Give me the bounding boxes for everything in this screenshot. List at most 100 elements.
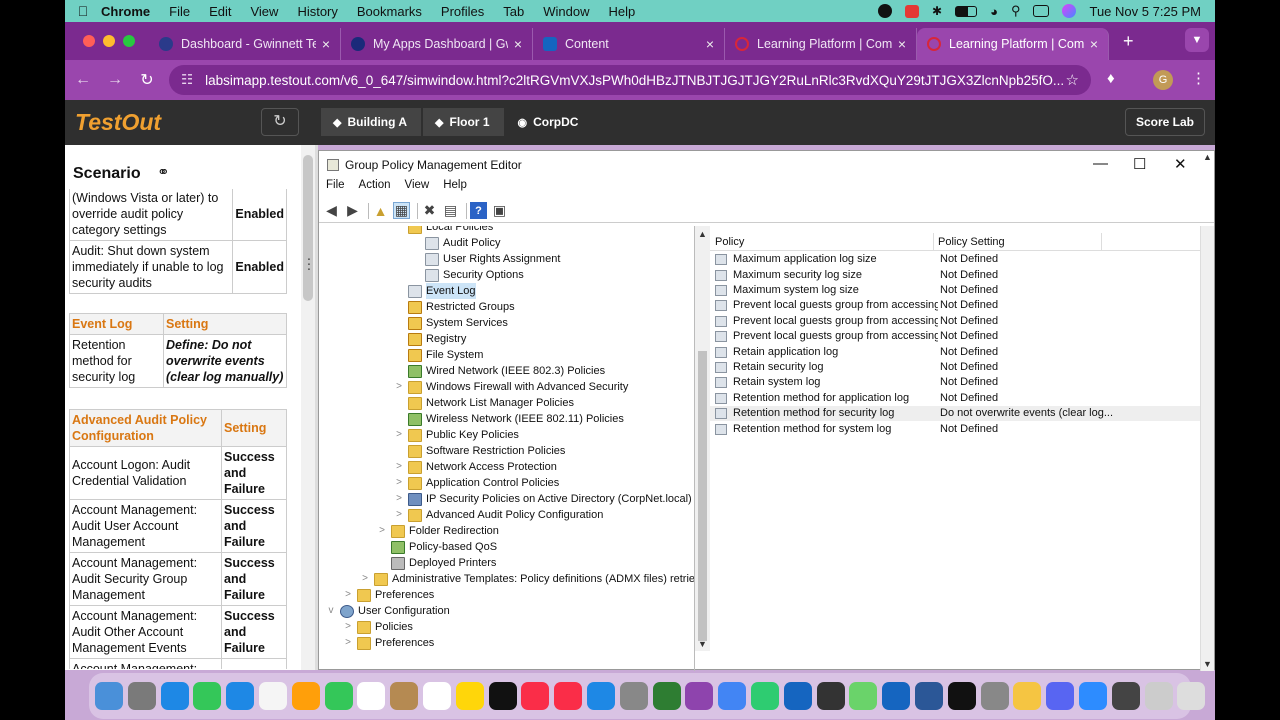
tree-item-advanced-audit[interactable]: > Advanced Audit Policy Configuration xyxy=(393,507,603,523)
dock-app-icon[interactable] xyxy=(193,682,222,710)
tab-close-icon[interactable]: × xyxy=(898,36,906,52)
minimize-icon[interactable]: — xyxy=(1093,155,1108,172)
menu-history[interactable]: History xyxy=(297,4,337,19)
list-item[interactable]: Retain security log Not Defined xyxy=(710,360,1200,375)
tree-item-network-list-manager[interactable]: Network List Manager Policies xyxy=(393,395,574,411)
tree-expander[interactable]: > xyxy=(393,379,405,395)
tree-item-admin-templates[interactable]: > Administrative Templates: Policy defini… xyxy=(359,571,694,587)
dock-app-icon[interactable] xyxy=(488,682,517,710)
dock-app-icon[interactable] xyxy=(750,682,779,710)
properties-icon[interactable]: ▤ xyxy=(442,202,459,219)
tree-expander[interactable]: > xyxy=(393,507,405,523)
delete-icon[interactable]: ✖ xyxy=(421,202,438,219)
dock-app-icon[interactable] xyxy=(685,682,714,710)
back-icon[interactable]: ◀ xyxy=(323,202,340,219)
gpme-menu-file[interactable]: File xyxy=(326,179,345,197)
dock-app-icon[interactable] xyxy=(882,682,911,710)
page-scroll-down-arrow-icon[interactable]: ▼ xyxy=(1203,659,1212,669)
spotlight-search-icon[interactable]: ⚲ xyxy=(1011,3,1021,19)
tree-expander[interactable]: > xyxy=(342,587,354,603)
browser-tab-content[interactable]: Content × xyxy=(533,28,725,60)
dock-app-icon[interactable] xyxy=(160,682,189,710)
forward-arrow-icon[interactable]: → xyxy=(99,71,131,89)
menu-window[interactable]: Window xyxy=(543,4,589,19)
zoom-window-button[interactable] xyxy=(123,35,135,47)
scroll-down-arrow-icon[interactable]: ▼ xyxy=(698,639,707,649)
tree-item-wireless-network[interactable]: Wireless Network (IEEE 802.11) Policies xyxy=(393,411,624,427)
tree-expander[interactable]: > xyxy=(342,619,354,635)
tree-expander[interactable]: v xyxy=(325,603,337,619)
dock-app-icon[interactable] xyxy=(554,682,583,710)
list-vertical-scrollbar[interactable] xyxy=(1200,226,1214,671)
page-scroll-up-arrow-icon[interactable]: ▲ xyxy=(1203,152,1212,162)
tree-item-audit-policy[interactable]: Audit Policy xyxy=(410,235,500,251)
dock-app-icon[interactable] xyxy=(1177,682,1206,710)
menu-tab[interactable]: Tab xyxy=(503,4,524,19)
dock-app-icon[interactable] xyxy=(914,682,943,710)
dock-app-icon[interactable] xyxy=(226,682,255,710)
breadcrumb-building[interactable]: ◆ Building A xyxy=(321,108,422,136)
menu-view[interactable]: View xyxy=(250,4,278,19)
list-item[interactable]: Retain system log Not Defined xyxy=(710,375,1200,390)
browser-tab-learning-platform-active[interactable]: Learning Platform | Comp × xyxy=(917,28,1109,60)
tree-expander[interactable]: > xyxy=(359,571,371,587)
dock-app-icon[interactable] xyxy=(1046,682,1075,710)
menu-edit[interactable]: Edit xyxy=(209,4,231,19)
dock-app-icon[interactable] xyxy=(652,682,681,710)
list-item-highlighted[interactable]: Retention method for security log Do not … xyxy=(710,406,1200,422)
dock-app-icon[interactable] xyxy=(422,682,451,710)
splitter-handle-icon[interactable]: ... xyxy=(305,248,313,273)
siri-icon[interactable] xyxy=(1062,4,1077,18)
reload-icon[interactable]: ↻ xyxy=(131,70,163,90)
tree-item-deployed-printers[interactable]: Deployed Printers xyxy=(376,555,496,571)
record-icon[interactable] xyxy=(878,4,893,18)
dock-app-icon[interactable] xyxy=(1078,682,1107,710)
notification-icon[interactable] xyxy=(905,4,920,18)
tab-close-icon[interactable]: × xyxy=(706,36,714,52)
dock-app-icon[interactable] xyxy=(980,682,1009,710)
breadcrumb-server[interactable]: ◉ CorpDC xyxy=(506,108,593,136)
gpme-titlebar[interactable]: Group Policy Management Editor — ☐ ✕ xyxy=(319,151,1214,178)
tree-expander[interactable]: > xyxy=(393,427,405,443)
tree-expander[interactable]: > xyxy=(342,635,354,651)
dock-app-icon[interactable] xyxy=(291,682,320,710)
list-item[interactable]: Prevent local guests group from accessin… xyxy=(710,329,1200,344)
browser-tab-my-apps[interactable]: My Apps Dashboard | Gw × xyxy=(341,28,533,60)
tree-item-ip-security[interactable]: > IP Security Policies on Active Director… xyxy=(393,491,692,507)
dock-app-icon[interactable] xyxy=(357,682,386,710)
apple-icon[interactable]:  xyxy=(65,3,101,19)
dock-app-icon[interactable] xyxy=(816,682,845,710)
tree-item-user-configuration[interactable]: v User Configuration xyxy=(325,603,450,619)
tree-item-network-access-protection[interactable]: > Network Access Protection xyxy=(393,459,557,475)
tree-expander[interactable]: > xyxy=(393,491,405,507)
browser-tab-learning-platform[interactable]: Learning Platform | Comp × xyxy=(725,28,917,60)
tree-item-folder-redirection[interactable]: > Folder Redirection xyxy=(376,523,499,539)
tree-expander[interactable]: > xyxy=(376,523,388,539)
dock-app-icon[interactable] xyxy=(390,682,419,710)
scenario-scroll-thumb[interactable] xyxy=(303,155,313,301)
up-folder-icon[interactable]: ▲ xyxy=(372,202,389,219)
breadcrumb-floor[interactable]: ◆ Floor 1 xyxy=(423,108,504,136)
tree-expander[interactable]: > xyxy=(393,459,405,475)
menu-bookmarks[interactable]: Bookmarks xyxy=(357,4,422,19)
gpme-menu-action[interactable]: Action xyxy=(359,179,391,197)
dock-app-icon[interactable] xyxy=(586,682,615,710)
battery-icon[interactable] xyxy=(955,5,978,17)
tree-item-file-system[interactable]: File System xyxy=(393,347,483,363)
list-item[interactable]: Maximum system log size Not Defined xyxy=(710,283,1200,298)
list-item[interactable]: Retention method for application log Not … xyxy=(710,391,1200,406)
tree-item-computer-preferences[interactable]: > Preferences xyxy=(342,587,434,603)
dock-app-icon[interactable] xyxy=(783,682,812,710)
show-hide-tree-icon[interactable]: ▦ xyxy=(393,202,410,219)
tree-vertical-scroll-thumb[interactable] xyxy=(698,351,707,641)
site-info-icon[interactable]: ☷ xyxy=(181,72,193,88)
dock-app-icon[interactable] xyxy=(1013,682,1042,710)
tree-item-registry[interactable]: Registry xyxy=(393,331,466,347)
close-window-button[interactable] xyxy=(83,35,95,47)
headphones-icon[interactable]: ⚭ xyxy=(157,163,170,181)
help-icon[interactable]: ? xyxy=(470,202,487,219)
chrome-menu-icon[interactable]: ⋮ xyxy=(1191,69,1206,87)
list-item[interactable]: Maximum application log size Not Defined xyxy=(710,252,1200,267)
lab-refresh-button[interactable]: ↻ xyxy=(261,108,299,136)
profile-avatar[interactable]: G xyxy=(1153,70,1173,90)
